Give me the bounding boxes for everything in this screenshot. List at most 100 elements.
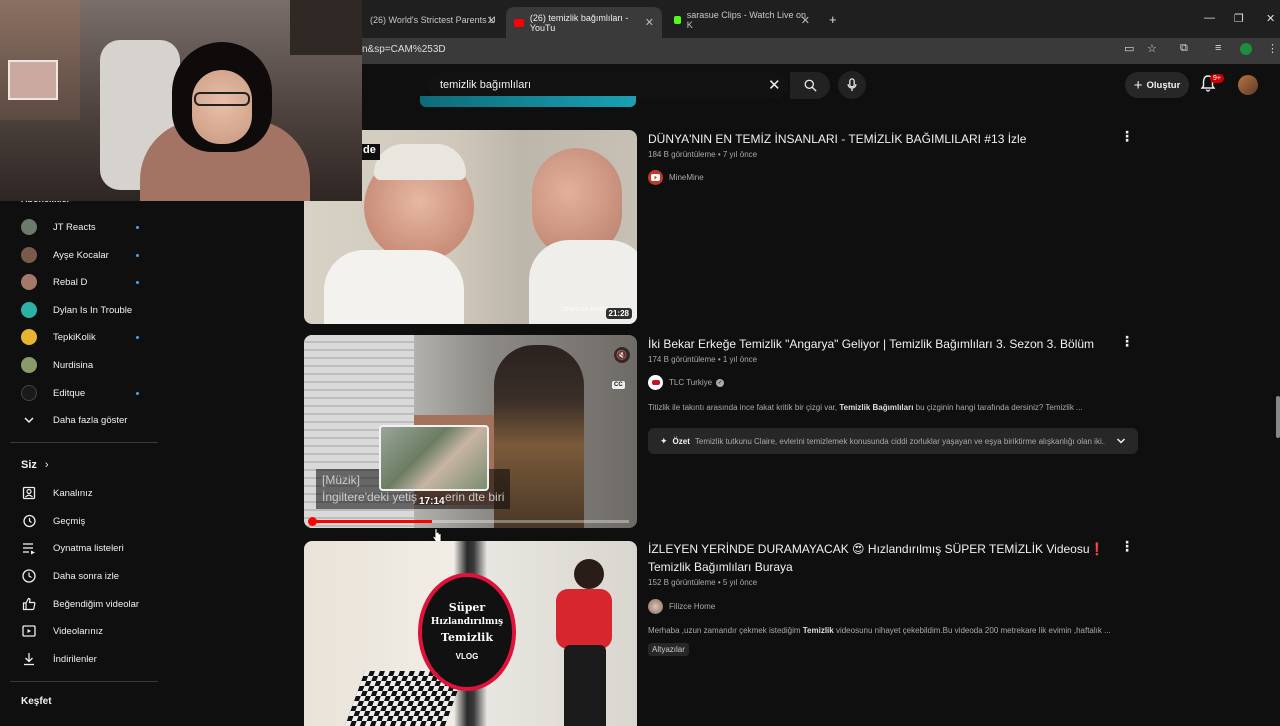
sidebar-sub-nurdisina[interactable]: Nurdisina [21, 357, 141, 373]
sidebar-item-history[interactable]: Geçmiş [22, 514, 85, 528]
kick-favicon-icon [674, 16, 681, 24]
microphone-icon [847, 78, 857, 92]
minimize-icon[interactable]: — [1204, 12, 1215, 24]
thumbnail-pants [564, 645, 606, 726]
more-actions-icon[interactable]: ⋮ [1120, 538, 1134, 555]
sidebar-item-your-videos[interactable]: Videolarınız [22, 624, 103, 638]
more-actions-icon[interactable]: ⋮ [1120, 128, 1134, 145]
cast-icon[interactable]: ▭ [1124, 42, 1134, 55]
page-scrollbar[interactable] [1276, 396, 1280, 438]
heart-eyes-emoji-icon: 😍 [852, 542, 865, 556]
channel-link[interactable]: TLC Turkiye ✓ [648, 375, 725, 390]
video-meta: 184 B görüntüleme • 7 yıl önce [648, 150, 758, 159]
sidebar-sub-dylan[interactable]: Dylan Is In Trouble [21, 302, 141, 318]
seek-preview-thumbnail [379, 425, 489, 491]
sidebar-divider [10, 442, 158, 443]
you-section-link[interactable]: Siz › [21, 459, 49, 471]
webcam-face [192, 70, 252, 144]
sidebar-sub-tepkikolik[interactable]: TepkiKolik [21, 329, 141, 345]
video-meta: 174 B görüntüleme • 1 yıl önce [648, 355, 758, 364]
tlc-logo-icon [651, 380, 660, 385]
url-text[interactable]: n&sp=CAM%253D [362, 44, 446, 55]
youtube-logo-icon [651, 174, 660, 181]
sidebar-item-playlists[interactable]: Oynatma listeleri [22, 541, 124, 555]
tab-temizlik-youtube[interactable]: (26) temizlik bağımlıları - YouTu ✕ [506, 7, 662, 38]
video-description-snippet: Merhaba ,uzun zamandır çekmek istediğim … [648, 626, 1111, 635]
chevron-down-icon [1116, 438, 1126, 444]
channel-link[interactable]: MineMine [648, 170, 704, 185]
webcam-picture-frame [8, 60, 58, 100]
verified-badge-icon: ✓ [716, 378, 725, 387]
thumbnail-title-badge: Süper Hızlandırılmış Temizlik VLOG [418, 573, 516, 691]
sidebar-item-watch-later[interactable]: Daha sonra izle [22, 569, 119, 583]
menu-kebab-icon[interactable]: ⋮ [1267, 42, 1278, 55]
tab-sarasue-kick[interactable]: sarasue Clips - Watch Live on K ✕ [666, 8, 818, 32]
progress-fill [312, 520, 433, 523]
video-meta: 152 B görüntüleme • 5 yıl önce [648, 578, 758, 587]
channel-avatar [648, 599, 663, 614]
search-input[interactable]: temizlik bağımlıları [440, 79, 531, 91]
channel-avatar [21, 219, 37, 235]
profile-icon[interactable] [1240, 43, 1252, 55]
show-more-button[interactable]: Daha fazla göster [22, 413, 127, 427]
channel-avatar [648, 170, 663, 185]
video-title-link[interactable]: DÜNYA'NIN EN TEMİZ İNSANLARI - TEMİZLİK … [648, 130, 1108, 148]
new-content-dot [136, 391, 139, 395]
account-avatar[interactable] [1238, 75, 1258, 95]
seek-preview-time: 17:14 [419, 496, 445, 507]
ai-summary-box[interactable]: ✦ Özet Temizlik tutkunu Claire, evlerini… [648, 428, 1138, 454]
voice-search-button[interactable] [838, 71, 866, 99]
media-icon[interactable]: ≡ [1215, 42, 1221, 54]
video-preview-player[interactable]: 🔇 CC [Müzik] İngiltere'deki yetiş erin dt… [304, 335, 637, 528]
sidebar-item-liked-videos[interactable]: Beğendiğim videolar [22, 597, 139, 611]
more-actions-icon[interactable]: ⋮ [1120, 333, 1134, 350]
sidebar-divider [10, 681, 158, 682]
close-tab-icon[interactable]: ✕ [487, 14, 496, 27]
new-content-dot [136, 225, 139, 229]
mute-icon[interactable]: 🔇 [614, 347, 630, 363]
video-title-link[interactable]: İki Bekar Erkeğe Temizlik "Angarya" Geli… [648, 335, 1108, 353]
progress-track[interactable] [312, 520, 629, 523]
playlists-icon [23, 543, 35, 555]
close-tab-icon[interactable]: ✕ [801, 14, 810, 27]
chevron-right-icon: › [44, 459, 49, 471]
create-button[interactable]: + Oluştur [1125, 72, 1189, 98]
restore-icon[interactable]: ❐ [1234, 12, 1244, 25]
clear-search-icon[interactable]: ✕ [768, 76, 781, 94]
youtube-favicon-icon [514, 18, 524, 27]
extensions-icon[interactable]: ⧉ [1180, 42, 1188, 55]
subtitles-badge: Altyazılar [648, 643, 689, 656]
search-button[interactable] [790, 72, 830, 99]
new-tab-button[interactable]: + [829, 12, 837, 27]
closed-captions-button[interactable]: CC [612, 381, 625, 389]
like-icon [22, 597, 36, 611]
video-duration: 21:28 [605, 308, 632, 319]
close-window-icon[interactable]: ✕ [1266, 12, 1275, 25]
sidebar-sub-jt-reacts[interactable]: JT Reacts [21, 219, 141, 235]
bookmark-star-icon[interactable]: ☆ [1147, 42, 1157, 55]
chevron-down-icon [24, 417, 34, 424]
exclamation-icon: ❗ [1089, 542, 1105, 556]
sidebar-item-your-channel[interactable]: Kanalınız [22, 486, 93, 500]
close-tab-icon[interactable]: ✕ [645, 16, 654, 29]
channel-link[interactable]: Filizce Home [648, 599, 715, 614]
new-content-dot [136, 253, 139, 257]
video-description-snippet: Titizlik ile takıntı arasında ince fakat… [648, 403, 1083, 412]
notification-count-badge: 9+ [1210, 74, 1224, 83]
video-thumbnail[interactable]: Süper Hızlandırılmış Temizlik VLOG [304, 541, 637, 726]
channel-avatar [21, 329, 37, 345]
sidebar-sub-editque[interactable]: Editque [21, 385, 141, 401]
video-title-link[interactable]: İZLEYEN YERİNDE DURAMAYACAK 😍 Hızlandırı… [648, 540, 1108, 576]
sidebar-sub-ayse-kocalar[interactable]: Ayşe Kocalar [21, 247, 141, 263]
tab-strictest-parents[interactable]: (26) World's Strictest Parents U ✕ [362, 8, 504, 32]
search-icon [804, 79, 817, 92]
sidebar-item-downloads[interactable]: İndirilenler [22, 652, 97, 666]
progress-scrubber[interactable] [308, 517, 317, 526]
webcam-poster [290, 0, 362, 55]
sidebar-sub-rebal-d[interactable]: Rebal D [21, 274, 141, 290]
explore-heading: Keşfet [21, 696, 52, 707]
thumbnail-head [574, 559, 604, 589]
thumbnail-red-top [556, 589, 612, 649]
channel-icon [22, 486, 36, 500]
channel-avatar [21, 385, 37, 401]
